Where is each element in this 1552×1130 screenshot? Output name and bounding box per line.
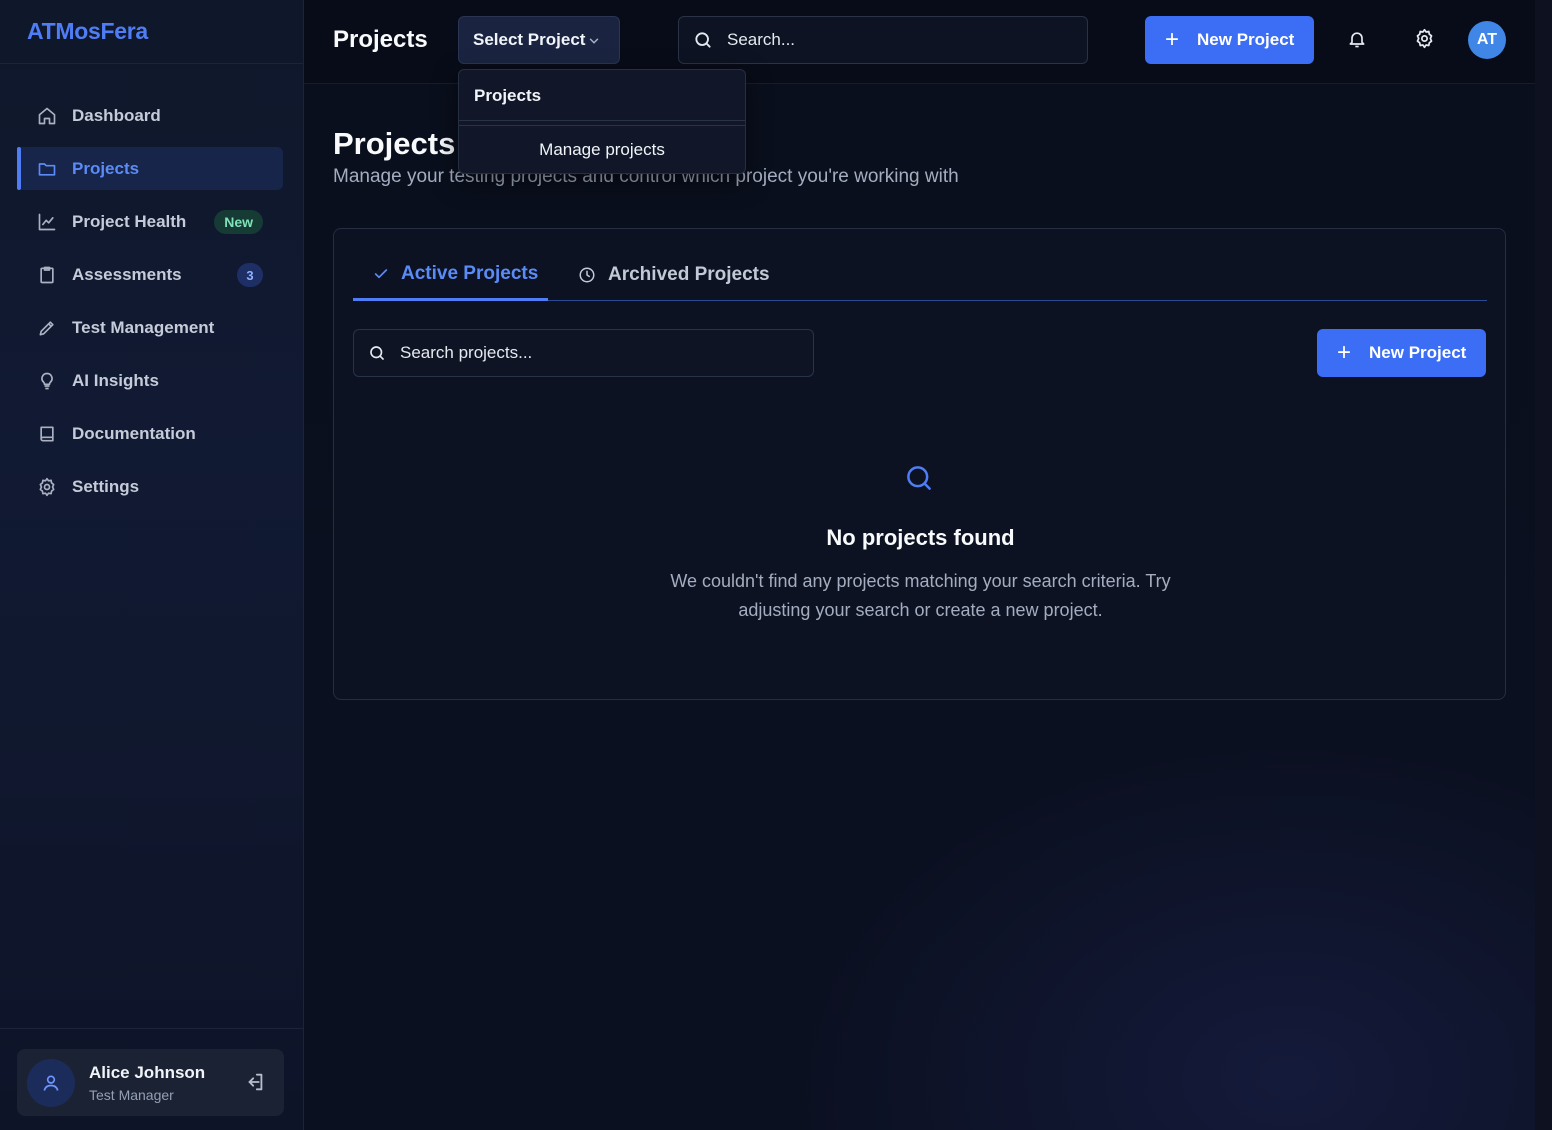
pencil-icon [37, 318, 57, 338]
sidebar-item-project-health[interactable]: Project Health New [17, 200, 283, 243]
empty-state-title: No projects found [826, 525, 1015, 550]
gear-icon [37, 477, 57, 497]
logout-icon[interactable] [244, 1071, 266, 1098]
sidebar-item-projects[interactable]: Projects [17, 147, 283, 190]
search-icon [693, 30, 713, 50]
topbar-title: Projects [333, 26, 428, 53]
sidebar-nav: Dashboard Projects Project Health New As… [0, 64, 303, 508]
new-project-button[interactable]: + New Project [1317, 329, 1486, 377]
select-project-dropdown[interactable]: Select Project [458, 16, 620, 64]
manage-projects-menu-item[interactable]: Manage projects [459, 140, 745, 160]
search-placeholder: Search... [727, 30, 796, 49]
empty-state-description: We couldn't find any projects matching y… [670, 571, 1171, 620]
check-icon [373, 266, 389, 282]
sidebar: ATMosFera Dashboard Projects Project Hea… [0, 0, 304, 1130]
user-card[interactable]: Alice Johnson Test Manager [17, 1049, 284, 1116]
menu-divider [459, 120, 745, 126]
project-tabs: Active Projects Archived Projects [353, 249, 1487, 301]
search-placeholder: Search projects... [400, 343, 533, 362]
folder-icon [37, 159, 57, 179]
scrollbar[interactable] [1535, 0, 1552, 1130]
search-icon [904, 463, 934, 498]
sidebar-item-label: Settings [72, 476, 140, 496]
chart-line-icon [37, 212, 57, 232]
new-badge: New [214, 210, 263, 234]
sidebar-item-documentation[interactable]: Documentation [17, 412, 283, 455]
sidebar-item-label: Dashboard [72, 105, 161, 125]
user-info: Alice Johnson Test Manager [89, 1063, 205, 1103]
user-icon [43, 1075, 59, 1091]
main-content: Projects Manage your testing projects an… [304, 84, 1535, 1130]
user-avatar [27, 1058, 75, 1107]
select-project-menu: Projects Manage projects [458, 69, 746, 174]
bell-icon[interactable] [1347, 28, 1367, 55]
plus-icon: + [1337, 339, 1352, 366]
sidebar-item-dashboard[interactable]: Dashboard [17, 94, 283, 137]
tab-archived-projects[interactable]: Archived Projects [578, 249, 770, 301]
tab-label: Archived Projects [608, 264, 770, 285]
home-icon [37, 106, 57, 126]
lightbulb-icon [37, 371, 57, 391]
sidebar-item-settings[interactable]: Settings [17, 465, 283, 508]
count-badge: 3 [237, 263, 263, 287]
tab-active-projects[interactable]: Active Projects [353, 249, 548, 301]
sidebar-item-label: AI Insights [72, 370, 159, 390]
user-role: Test Manager [89, 1086, 174, 1103]
global-search-input[interactable]: Search... [678, 16, 1088, 64]
project-search-input[interactable]: Search projects... [353, 329, 814, 377]
book-icon [37, 424, 57, 444]
sidebar-item-assessments[interactable]: Assessments 3 [17, 253, 283, 296]
gear-icon[interactable] [1414, 28, 1435, 54]
search-icon [368, 344, 386, 362]
sidebar-item-label: Projects [72, 158, 140, 178]
user-name: Alice Johnson [89, 1062, 206, 1082]
sidebar-item-label: Test Management [72, 317, 215, 337]
profile-avatar[interactable]: AT [1468, 21, 1506, 59]
brand-logo-text[interactable]: ATMosFera [27, 18, 148, 44]
projects-card: Active Projects Archived Projects Search… [333, 228, 1506, 700]
plus-icon: + [1165, 26, 1180, 53]
clipboard-icon [37, 265, 57, 285]
new-project-label: New Project [1369, 343, 1467, 362]
new-project-button[interactable]: + New Project [1145, 16, 1314, 64]
sidebar-footer: Alice Johnson Test Manager [0, 1028, 304, 1130]
menu-header: Projects [474, 86, 542, 105]
sidebar-item-label: Documentation [72, 423, 196, 443]
brand: ATMosFera [0, 0, 303, 64]
tab-label: Active Projects [401, 262, 539, 284]
sidebar-item-label: Project Health [72, 211, 187, 231]
sidebar-item-ai-insights[interactable]: AI Insights [17, 359, 283, 402]
chevron-down-icon [587, 33, 601, 53]
new-project-label: New Project [1197, 30, 1295, 49]
clock-icon [578, 266, 596, 284]
sidebar-item-test-management[interactable]: Test Management [17, 306, 283, 349]
page-title: Projects [333, 126, 456, 161]
select-project-label: Select Project [473, 30, 586, 49]
sidebar-item-label: Assessments [72, 264, 182, 284]
